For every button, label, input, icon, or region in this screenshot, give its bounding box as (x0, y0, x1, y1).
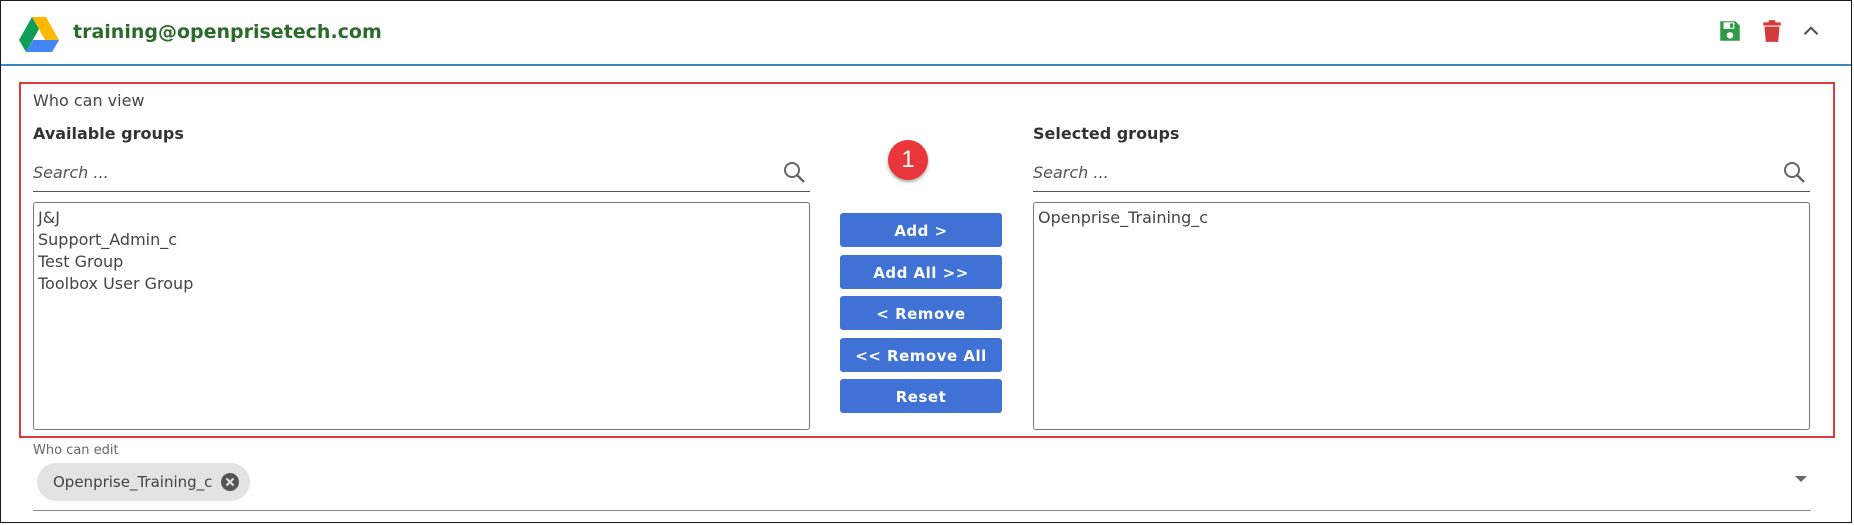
who-can-edit-field[interactable]: Openprise_Training_c (33, 459, 1811, 511)
chip-label: Openprise_Training_c (53, 473, 213, 491)
available-search-input[interactable] (33, 158, 717, 186)
available-search (33, 156, 810, 192)
save-icon[interactable] (1717, 17, 1743, 45)
selected-search-input[interactable] (1033, 158, 1717, 186)
list-item[interactable]: Support_Admin_c (38, 229, 805, 251)
remove-all-button[interactable]: << Remove All (840, 338, 1002, 372)
remove-chip-icon[interactable] (220, 472, 240, 492)
google-drive-icon (19, 17, 59, 52)
who-can-edit-label: Who can edit (33, 443, 119, 458)
who-can-view-label: Who can view (33, 91, 145, 110)
step-marker: 1 (888, 140, 928, 180)
selected-groups-title: Selected groups (1033, 124, 1180, 143)
trash-icon[interactable] (1759, 17, 1785, 45)
search-icon[interactable] (782, 160, 806, 184)
group-chip: Openprise_Training_c (37, 463, 251, 501)
list-item[interactable]: J&J (38, 207, 805, 229)
available-groups-list[interactable]: J&J Support_Admin_c Test Group Toolbox U… (33, 202, 810, 430)
add-all-button[interactable]: Add All >> (840, 255, 1002, 289)
list-item[interactable]: Toolbox User Group (38, 273, 805, 295)
available-groups-title: Available groups (33, 124, 184, 143)
list-item[interactable]: Test Group (38, 251, 805, 273)
selected-search (1033, 156, 1810, 192)
list-item[interactable]: Openprise_Training_c (1038, 207, 1805, 229)
add-button[interactable]: Add > (840, 213, 1002, 247)
account-header: training@openprisetech.com (1, 1, 1851, 66)
selected-groups-list[interactable]: Openprise_Training_c (1033, 202, 1810, 430)
search-icon[interactable] (1782, 160, 1806, 184)
dropdown-arrow-icon[interactable] (1793, 471, 1809, 487)
account-email: training@openprisetech.com (73, 21, 382, 43)
chevron-up-icon[interactable] (1798, 17, 1824, 45)
remove-button[interactable]: < Remove (840, 296, 1002, 330)
reset-button[interactable]: Reset (840, 379, 1002, 413)
